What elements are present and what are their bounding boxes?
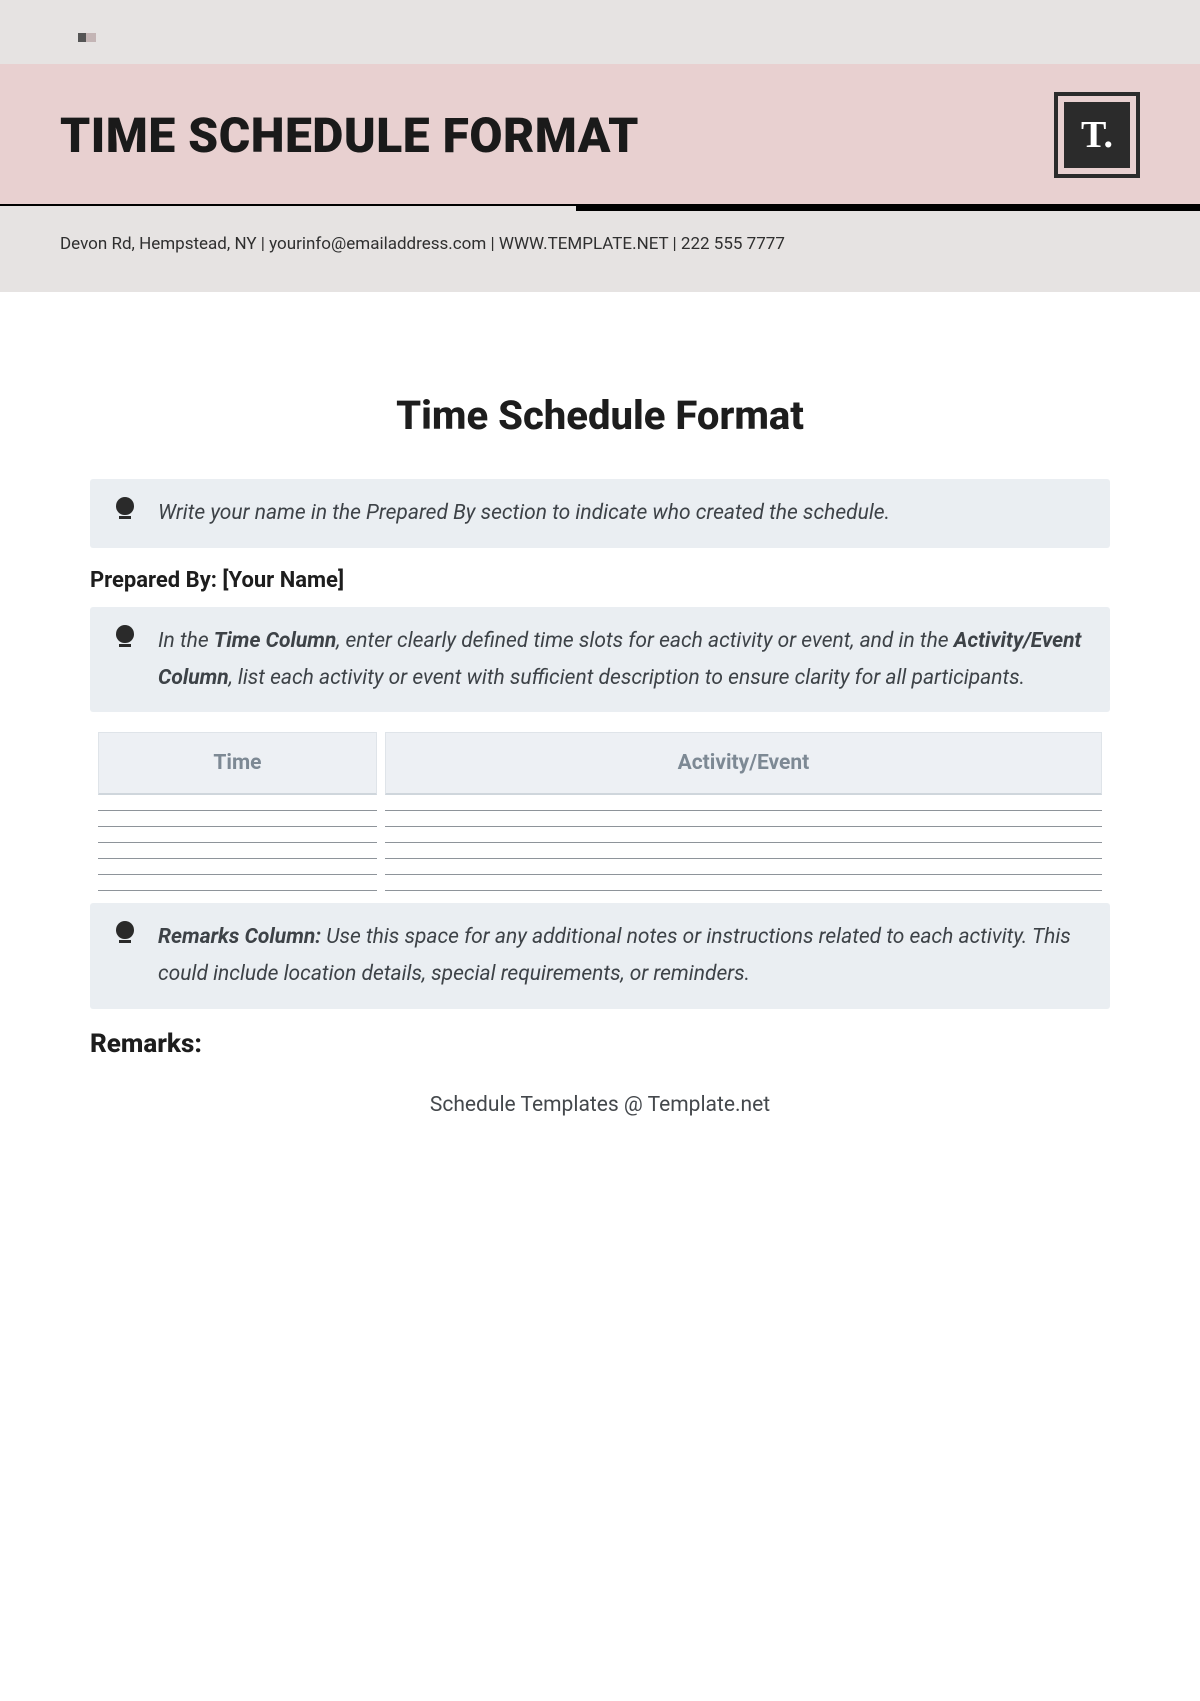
table-row[interactable] — [98, 811, 1102, 827]
divider — [0, 204, 1200, 212]
tip2-bold-time: Time Column — [214, 629, 337, 653]
flag-icon — [86, 33, 96, 42]
lightbulb-icon — [114, 497, 136, 519]
col-header-activity: Activity/Event — [385, 732, 1102, 795]
tip-text-2: In the Time Column, enter clearly define… — [158, 623, 1086, 697]
table-row[interactable] — [98, 827, 1102, 843]
table-header-row: Time Activity/Event — [98, 732, 1102, 795]
tip2-part: In the — [158, 629, 214, 653]
banner-title: TIME SCHEDULE FORMAT — [60, 107, 639, 164]
table-row[interactable] — [98, 875, 1102, 891]
remarks-label: Remarks: — [90, 1029, 1110, 1059]
decorative-flags — [0, 0, 1200, 46]
col-header-time: Time — [98, 732, 377, 795]
tip3-bold: Remarks Column: — [158, 925, 321, 949]
page-header-frame: TIME SCHEDULE FORMAT T. Devon Rd, Hempst… — [0, 0, 1200, 292]
footer-line: Schedule Templates @ Template.net — [90, 1093, 1110, 1117]
table-row[interactable] — [98, 859, 1102, 875]
banner: TIME SCHEDULE FORMAT T. — [0, 64, 1200, 204]
table-row[interactable] — [98, 795, 1102, 811]
contact-line: Devon Rd, Hempstead, NY | yourinfo@email… — [0, 212, 1200, 280]
document-title: Time Schedule Format — [90, 392, 1110, 439]
tip-text-3: Remarks Column: Use this space for any a… — [158, 919, 1086, 993]
document-body: Time Schedule Format Write your name in … — [0, 292, 1200, 1157]
lightbulb-icon — [114, 921, 136, 943]
tip-box-1: Write your name in the Prepared By secti… — [90, 479, 1110, 548]
table-row[interactable] — [98, 843, 1102, 859]
prepared-by-label: Prepared By: [Your Name] — [90, 568, 1110, 593]
logo-text: T. — [1064, 102, 1130, 168]
tip-box-3: Remarks Column: Use this space for any a… — [90, 903, 1110, 1009]
logo-box: T. — [1054, 92, 1140, 178]
lightbulb-icon — [114, 625, 136, 647]
tip2-part: , enter clearly defined time slots for e… — [336, 629, 953, 653]
tip2-part: , list each activity or event with suffi… — [229, 666, 1025, 690]
schedule-table: Time Activity/Event — [90, 732, 1110, 891]
tip-box-2: In the Time Column, enter clearly define… — [90, 607, 1110, 713]
tip-text-1: Write your name in the Prepared By secti… — [158, 495, 890, 532]
